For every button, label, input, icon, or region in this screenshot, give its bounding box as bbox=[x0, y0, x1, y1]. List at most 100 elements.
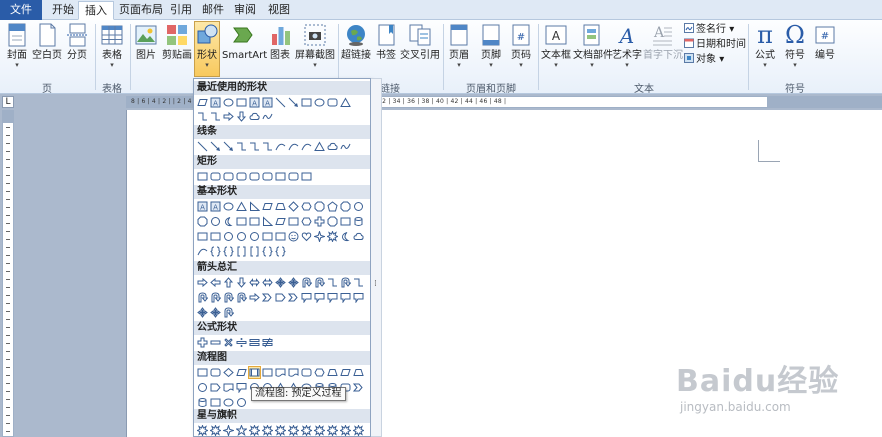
file-tab[interactable]: 文件 bbox=[0, 0, 42, 20]
shape-uturn-icon[interactable] bbox=[236, 292, 247, 303]
shape-burst-icon[interactable] bbox=[275, 425, 286, 436]
clipart-button[interactable]: 剪贴画 bbox=[161, 22, 193, 78]
shape-rrect-icon[interactable] bbox=[262, 171, 273, 182]
date-time-button[interactable]: 日期和时间 bbox=[684, 38, 746, 51]
tab-page-layout[interactable]: 页面布局 bbox=[113, 1, 169, 20]
bookmark-button[interactable]: 书签 bbox=[374, 22, 398, 78]
shape-darrow-icon[interactable] bbox=[236, 277, 247, 288]
shape-callout-icon[interactable] bbox=[327, 292, 338, 303]
shape-tri-icon[interactable] bbox=[314, 141, 325, 152]
shape-curve-icon[interactable] bbox=[301, 141, 312, 152]
shape-rrect-icon[interactable] bbox=[223, 171, 234, 182]
shape-rrect-icon[interactable] bbox=[327, 97, 338, 108]
blank-page-button[interactable]: 空白页 bbox=[31, 22, 63, 78]
shape-octa-icon[interactable] bbox=[340, 201, 351, 212]
shape-cloud-icon[interactable] bbox=[353, 231, 364, 242]
shape-rect-icon[interactable] bbox=[197, 367, 208, 378]
shape-quad-icon[interactable] bbox=[197, 307, 208, 318]
shape-trap-icon[interactable] bbox=[353, 367, 364, 378]
shape-cloud-icon[interactable] bbox=[327, 141, 338, 152]
shape-circle-icon[interactable] bbox=[249, 231, 260, 242]
shape-cylinder-icon[interactable] bbox=[353, 216, 364, 227]
table-button[interactable]: 表格 ▾ bbox=[98, 22, 126, 78]
wordart-button[interactable]: A 艺术字 ▾ bbox=[612, 22, 642, 78]
shape-rect-icon[interactable] bbox=[301, 171, 312, 182]
shape-rect-icon[interactable] bbox=[210, 231, 221, 242]
equation-button[interactable]: π 公式 ▾ bbox=[752, 22, 778, 78]
page-number-button[interactable]: # 页码 ▾ bbox=[508, 22, 534, 78]
shape-burst-icon[interactable] bbox=[353, 425, 364, 436]
page-break-button[interactable]: 分页 bbox=[64, 22, 90, 78]
shape-darrow-icon[interactable] bbox=[236, 111, 247, 122]
shape-callout-icon[interactable] bbox=[340, 292, 351, 303]
cover-button[interactable]: 封面 ▾ bbox=[4, 22, 30, 78]
shape-para-icon[interactable] bbox=[197, 97, 208, 108]
footer-button[interactable]: 页脚 ▾ bbox=[478, 22, 504, 78]
shape-arrowline-icon[interactable] bbox=[223, 141, 234, 152]
shape-textbox-icon[interactable]: A bbox=[197, 201, 208, 212]
shape-elbow-icon[interactable] bbox=[249, 141, 260, 152]
shape-oval-icon[interactable] bbox=[223, 201, 234, 212]
shape-burst-icon[interactable] bbox=[314, 425, 325, 436]
shape-hexa-icon[interactable] bbox=[301, 201, 312, 212]
shape-elbow-icon[interactable] bbox=[210, 111, 221, 122]
shape-rect-icon[interactable] bbox=[262, 367, 273, 378]
shape-rect-icon[interactable] bbox=[275, 171, 286, 182]
shape-rrect-icon[interactable] bbox=[288, 171, 299, 182]
shape-rtri-icon[interactable] bbox=[262, 216, 273, 227]
shape-chevron-icon[interactable] bbox=[288, 292, 299, 303]
shape-doc-icon[interactable] bbox=[288, 367, 299, 378]
shape-textbox-icon[interactable]: A bbox=[249, 97, 260, 108]
shape-line-icon[interactable] bbox=[197, 141, 208, 152]
picture-button[interactable]: 图片 bbox=[133, 22, 159, 78]
shape-uturn-icon[interactable] bbox=[210, 292, 221, 303]
shape-burst-icon[interactable] bbox=[327, 231, 338, 242]
shape-elbow-icon[interactable] bbox=[353, 277, 364, 288]
shape-circle-icon[interactable] bbox=[353, 201, 364, 212]
shape-chevron-icon[interactable] bbox=[353, 382, 364, 393]
shape-quad-icon[interactable] bbox=[210, 307, 221, 318]
shape-scribble-icon[interactable] bbox=[340, 141, 351, 152]
numbering-button[interactable]: # 编号 bbox=[812, 22, 838, 78]
shape-arrowline-icon[interactable] bbox=[210, 141, 221, 152]
shape-chevron-icon[interactable] bbox=[262, 292, 273, 303]
shape-elbow-icon[interactable] bbox=[262, 141, 273, 152]
shape-burst-icon[interactable] bbox=[197, 425, 208, 436]
shape-circle-icon[interactable] bbox=[236, 231, 247, 242]
shape-textbox-icon[interactable]: A bbox=[262, 97, 273, 108]
shape-rect-icon[interactable] bbox=[210, 397, 221, 408]
chart-button[interactable]: 图表 bbox=[268, 22, 292, 78]
header-button[interactable]: 页眉 ▾ bbox=[446, 22, 472, 78]
shape-doc-icon[interactable] bbox=[223, 382, 234, 393]
shape-rrect-icon[interactable] bbox=[236, 171, 247, 182]
shape-elbow-icon[interactable] bbox=[197, 111, 208, 122]
tab-mailings[interactable]: 邮件 bbox=[196, 1, 230, 20]
shape-callout-icon[interactable] bbox=[236, 382, 247, 393]
shape-rrect-icon[interactable] bbox=[249, 171, 260, 182]
shape-diamond-icon[interactable] bbox=[288, 201, 299, 212]
object-button[interactable]: 对象 ▾ bbox=[684, 53, 724, 66]
shape-tri-icon[interactable] bbox=[236, 201, 247, 212]
shape-rrect-icon[interactable] bbox=[210, 367, 221, 378]
shape-curve-icon[interactable] bbox=[275, 141, 286, 152]
shape-rect-icon[interactable] bbox=[249, 216, 260, 227]
shape-burst-icon[interactable] bbox=[327, 425, 338, 436]
shape-plus-icon[interactable] bbox=[314, 216, 325, 227]
shape-rect-icon[interactable] bbox=[340, 216, 351, 227]
shape-cylinder-icon[interactable] bbox=[197, 397, 208, 408]
shape-circle-icon[interactable] bbox=[223, 231, 234, 242]
shape-burst-icon[interactable] bbox=[301, 425, 312, 436]
shape-rect-icon[interactable] bbox=[301, 97, 312, 108]
shape-elbow-icon[interactable] bbox=[327, 277, 338, 288]
quick-parts-button[interactable]: 文档部件 ▾ bbox=[573, 22, 613, 78]
shape-star4-icon[interactable] bbox=[314, 231, 325, 242]
shape-plus-icon[interactable] bbox=[197, 337, 208, 348]
shape-divide-icon[interactable] bbox=[236, 337, 247, 348]
shape-curve-icon[interactable] bbox=[288, 141, 299, 152]
cross-reference-button[interactable]: 交叉引用 bbox=[400, 22, 440, 78]
textbox-button[interactable]: A 文本框 ▾ bbox=[541, 22, 571, 78]
vertical-ruler[interactable] bbox=[2, 110, 14, 437]
shape-rect-icon[interactable] bbox=[275, 231, 286, 242]
shape-equal-icon[interactable] bbox=[249, 337, 260, 348]
screenshot-button[interactable]: 屏幕截图 ▾ bbox=[294, 22, 336, 78]
